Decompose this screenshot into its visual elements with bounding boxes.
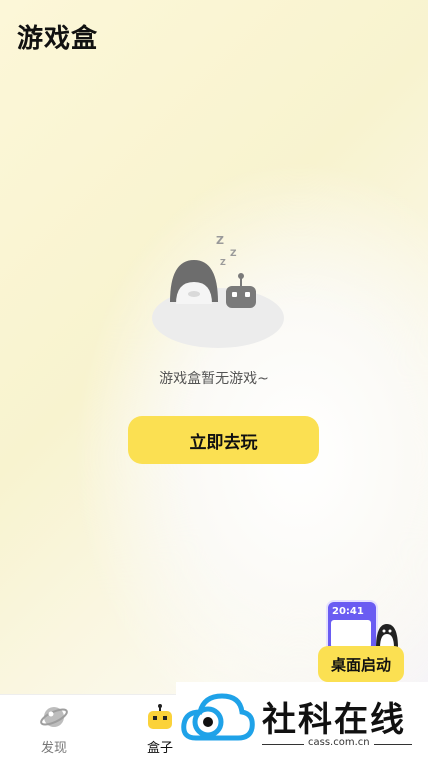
phone-screen [331, 620, 371, 648]
desktop-launch-card[interactable]: 20:41 桌面启动 [318, 600, 406, 682]
tab-discover-label: 发现 [40, 741, 67, 756]
tab-discover[interactable]: 发现 [24, 703, 84, 756]
phone-time: 20:41 [332, 606, 364, 617]
desktop-launch-button[interactable]: 桌面启动 [318, 646, 404, 682]
page-title: 游戏盒 [17, 24, 99, 54]
svg-text:Z: Z [216, 234, 224, 247]
watermark-name: 社科在线 [262, 700, 406, 740]
cloud-logo-icon [181, 693, 255, 741]
svg-text:Z: Z [220, 258, 226, 267]
play-now-button[interactable]: 立即去玩 [128, 416, 319, 464]
robot-box-icon [148, 704, 172, 729]
svg-text:Z: Z [230, 249, 237, 259]
empty-message: 游戏盒暂无游戏~ [159, 371, 269, 387]
empty-illustration: Z Z Z [152, 234, 284, 348]
planet-icon [40, 707, 68, 727]
watermark-domain: cass.com.cn [304, 737, 374, 748]
watermark: 社科在线 cass.com.cn [176, 682, 428, 761]
